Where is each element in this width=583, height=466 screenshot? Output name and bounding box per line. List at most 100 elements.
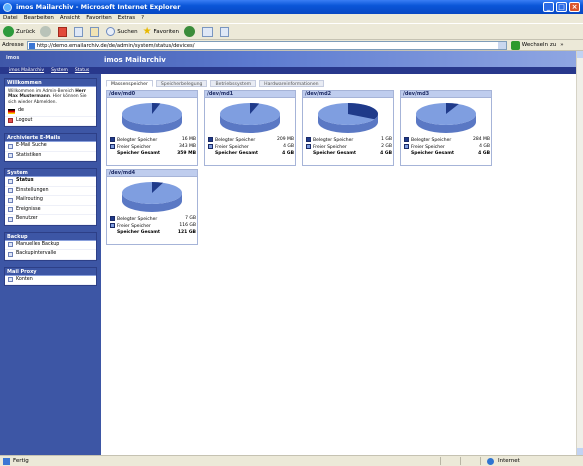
- menu-help[interactable]: ?: [141, 14, 144, 23]
- history-icon: [184, 26, 196, 37]
- proxy-box: Mail Proxy Konten: [4, 266, 97, 287]
- sidebar-item-label: Backupintervalle: [16, 251, 57, 257]
- menu-extras[interactable]: Extras: [118, 14, 135, 23]
- sidebar-item-label: Ereignisse: [16, 206, 41, 212]
- page-content: imos imos Mailarchiv imos Mailarchiv Sys…: [0, 51, 576, 455]
- refresh-icon: [74, 26, 84, 37]
- search-button[interactable]: Suchen: [106, 27, 138, 36]
- go-arrow-icon: [510, 40, 520, 50]
- back-label: Zurück: [16, 28, 36, 35]
- legend-row-total: Speicher Gesamt 4 GB: [404, 151, 490, 157]
- legend-row-used: Belegter Speicher 1 GB: [306, 137, 392, 144]
- legend-label: Belegter Speicher: [313, 138, 354, 143]
- forward-button[interactable]: [40, 26, 53, 37]
- sidebar-item-users[interactable]: Benutzer: [5, 215, 96, 225]
- menu-ansicht[interactable]: Ansicht: [60, 14, 80, 23]
- back-button[interactable]: Zurück: [3, 26, 35, 37]
- favorites-button[interactable]: ★ Favoriten: [143, 26, 179, 37]
- legend-value: 16 MB: [181, 137, 196, 142]
- legend-label: Speicher Gesamt: [411, 151, 455, 156]
- language-selector[interactable]: de: [5, 107, 96, 117]
- legend-label: Belegter Speicher: [411, 138, 452, 143]
- legend-value: 4 GB: [479, 144, 490, 149]
- logout-link[interactable]: Logout: [5, 117, 96, 127]
- sidebar-item-manual-backup[interactable]: Manuelles Backup: [5, 241, 96, 251]
- scroll-down-icon[interactable]: [577, 448, 583, 455]
- legend-row-free: Freier Speicher 2 GB: [306, 144, 392, 151]
- device-card: /dev/md3 Belegter Speicher 284 MB Freier Sp…: [400, 90, 492, 166]
- backup-header: Backup: [5, 232, 96, 241]
- sidebar-item-mailrouting[interactable]: Mailrouting: [5, 196, 96, 206]
- window-title: imos Mailarchiv - Microsoft Internet Exp…: [16, 3, 181, 11]
- links-chevron[interactable]: »: [560, 42, 563, 48]
- tab-hardware[interactable]: Hardwareinformationen: [259, 80, 324, 87]
- minimize-button[interactable]: _: [543, 2, 554, 12]
- sidebar-item-statistics[interactable]: Statistiken: [5, 152, 96, 162]
- sidebar-item-label: Mailrouting: [16, 197, 43, 203]
- legend-value: 4 GB: [282, 151, 294, 156]
- sidebar: Willkommen Willkommen im Admin-Bereich H…: [0, 74, 101, 455]
- menu-datei[interactable]: Datei: [3, 14, 18, 23]
- scroll-up-icon[interactable]: [577, 51, 583, 58]
- legend-value: 359 MB: [177, 151, 196, 156]
- tab-usage[interactable]: Speicherbelegung: [155, 80, 208, 87]
- archived-header: Archivierte E-Mails: [5, 134, 96, 143]
- address-input[interactable]: http://demo.emailarchiv.de/de/admin/syst…: [26, 40, 507, 50]
- tab-storage[interactable]: Massenspeicher: [106, 80, 153, 87]
- breadcrumb-home[interactable]: imos Mailarchiv: [9, 67, 44, 74]
- routing-icon: [8, 197, 13, 203]
- sidebar-item-backup-intervals[interactable]: Backupintervalle: [5, 250, 96, 260]
- legend-label: Belegter Speicher: [117, 217, 158, 222]
- stop-button[interactable]: [58, 26, 69, 37]
- search-icon: [106, 27, 116, 36]
- close-button[interactable]: ×: [569, 2, 580, 12]
- device-card: /dev/md4 Belegter Speicher 7 GB Freier Spei…: [106, 169, 198, 245]
- home-button[interactable]: [90, 26, 101, 37]
- welcome-header: Willkommen: [5, 79, 96, 87]
- go-button[interactable]: Wechseln zu: [510, 40, 556, 50]
- device-card: /dev/md1 Belegter Speicher 209 MB Freier Sp…: [204, 90, 296, 166]
- sidebar-item-label: Benutzer: [16, 216, 38, 222]
- sidebar-item-settings[interactable]: Einstellungen: [5, 187, 96, 197]
- title-bar: imos Mailarchiv - Microsoft Internet Exp…: [0, 0, 583, 14]
- app-logo: imos: [6, 55, 20, 61]
- device-name: /dev/md4: [107, 170, 197, 177]
- legend-value: 7 GB: [185, 216, 196, 221]
- legend-swatch: [208, 144, 213, 149]
- status-icon: [8, 178, 13, 184]
- mail-button[interactable]: [202, 26, 215, 37]
- events-icon: [8, 207, 13, 213]
- menu-bearbeiten[interactable]: Bearbeiten: [24, 14, 54, 23]
- sidebar-item-status[interactable]: Status: [5, 177, 96, 187]
- pie-chart: [122, 103, 182, 133]
- history-button[interactable]: [184, 26, 197, 37]
- device-card: /dev/md0 Belegter Speicher 16 MB Freier Spe…: [106, 90, 198, 166]
- menu-favoriten[interactable]: Favoriten: [86, 14, 111, 23]
- chevron-down-icon[interactable]: [497, 41, 506, 49]
- device-name: /dev/md0: [107, 91, 197, 98]
- mail-icon: [202, 26, 214, 37]
- status-bar: Fertig Internet: [0, 455, 583, 466]
- print-button[interactable]: [220, 26, 231, 37]
- sidebar-item-label: Konten: [16, 276, 33, 282]
- sidebar-item-events[interactable]: Ereignisse: [5, 206, 96, 216]
- legend-swatch: [404, 144, 409, 149]
- maximize-button[interactable]: □: [556, 2, 567, 12]
- star-icon: ★: [142, 26, 152, 37]
- legend-row-free: Freier Speicher 343 MB: [110, 144, 196, 151]
- breadcrumb-status[interactable]: Status: [75, 67, 89, 74]
- stop-icon: [58, 26, 68, 37]
- tab-os[interactable]: Betriebssystem: [210, 80, 257, 87]
- sidebar-item-accounts[interactable]: Konten: [5, 276, 96, 286]
- chart-icon: [8, 153, 13, 159]
- sidebar-item-email-search[interactable]: E-Mail Suche: [5, 142, 96, 152]
- breadcrumb-system[interactable]: System: [51, 67, 68, 74]
- status-text: Fertig: [13, 458, 29, 464]
- refresh-button[interactable]: [74, 26, 85, 37]
- system-box: System Status Einstellungen Mailrouting …: [4, 168, 97, 226]
- legend-value: 2 GB: [381, 144, 392, 149]
- legend-label: Freier Speicher: [215, 145, 249, 150]
- legend-value: 1 GB: [381, 137, 392, 142]
- legend-label: Speicher Gesamt: [313, 151, 357, 156]
- vertical-scrollbar[interactable]: [576, 51, 583, 455]
